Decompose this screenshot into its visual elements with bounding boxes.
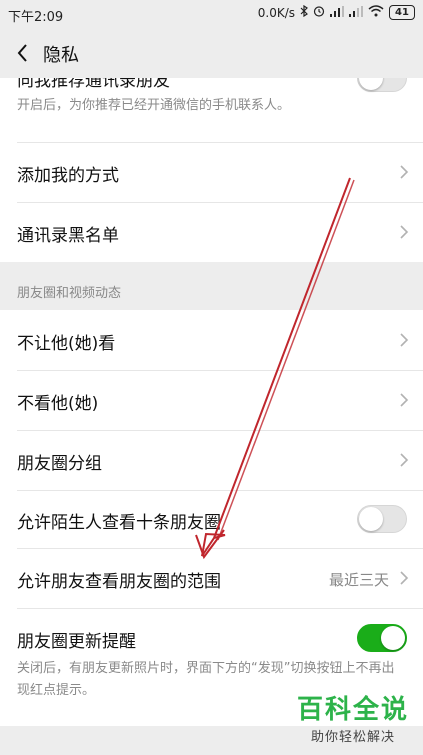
- recommend-contacts-section: 向我推荐通讯录朋友 开启后，为你推荐已经开通微信的手机联系人。: [0, 78, 423, 142]
- blacklist-label: 通讯录黑名单: [17, 226, 119, 246]
- chevron-right-icon: [399, 164, 409, 180]
- divider: [17, 370, 423, 371]
- recommend-contacts-desc: 开启后，为你推荐已经开通微信的手机联系人。: [17, 98, 291, 113]
- visible-range-value: 最近三天: [328, 571, 389, 589]
- bluetooth-icon: [300, 4, 308, 20]
- watermark-main: 百科全说: [296, 695, 409, 725]
- battery-icon: 41: [389, 5, 415, 20]
- status-time: 下午2:09: [8, 10, 64, 25]
- add-method-row[interactable]: 添加我的方式: [0, 142, 423, 202]
- page-title: 隐私: [43, 45, 79, 66]
- status-bar: 下午2:09 0.0K/s 41: [0, 0, 423, 28]
- visible-range-label: 允许朋友查看朋友圈的范围: [17, 572, 221, 592]
- stranger-view-row: 允许陌生人查看十条朋友圈: [0, 490, 423, 548]
- recommend-contacts-toggle[interactable]: [357, 78, 407, 92]
- add-method-label: 添加我的方式: [17, 166, 119, 186]
- divider: [17, 548, 423, 549]
- signal-icon: [330, 5, 344, 20]
- moments-groups-label: 朋友圈分组: [17, 454, 102, 474]
- divider: [17, 430, 423, 431]
- update-reminder-label: 朋友圈更新提醒: [17, 632, 136, 652]
- divider: [17, 490, 423, 491]
- status-icons: 0.0K/s 41: [257, 4, 415, 20]
- divider: [17, 142, 423, 143]
- chevron-right-icon: [399, 392, 409, 408]
- chevron-right-icon: [399, 570, 409, 586]
- hide-from-label: 不让他(她)看: [17, 334, 116, 354]
- blacklist-row[interactable]: 通讯录黑名单: [0, 202, 423, 262]
- nav-bar: 隐私: [0, 28, 423, 78]
- back-arrow-icon[interactable]: [12, 41, 36, 65]
- signal-icon-2: [349, 5, 363, 20]
- recommend-contacts-label: 向我推荐通讯录朋友: [17, 78, 170, 91]
- chevron-right-icon: [399, 452, 409, 468]
- update-reminder-toggle[interactable]: [357, 624, 407, 652]
- chevron-right-icon: [399, 224, 409, 240]
- moments-group-title: 朋友圈和视频动态: [17, 286, 122, 301]
- network-speed: 0.0K/s: [257, 5, 295, 20]
- divider: [17, 202, 423, 203]
- stranger-view-label: 允许陌生人查看十条朋友圈: [17, 513, 221, 533]
- alarm-icon: [313, 5, 325, 20]
- moments-groups-row[interactable]: 朋友圈分组: [0, 430, 423, 490]
- stranger-view-toggle[interactable]: [357, 505, 407, 533]
- visible-range-row[interactable]: 允许朋友查看朋友圈的范围 最近三天: [0, 548, 423, 608]
- ignore-row[interactable]: 不看他(她): [0, 370, 423, 430]
- divider: [17, 608, 423, 609]
- ignore-label: 不看他(她): [17, 394, 99, 414]
- watermark-sub: 助你轻松解决: [310, 730, 395, 745]
- moments-group-header: 朋友圈和视频动态: [0, 262, 423, 310]
- watermark-logo: 百科全说 助你轻松解决: [297, 689, 409, 745]
- chevron-right-icon: [399, 332, 409, 348]
- wifi-icon: [368, 5, 384, 20]
- hide-from-row[interactable]: 不让他(她)看: [0, 310, 423, 370]
